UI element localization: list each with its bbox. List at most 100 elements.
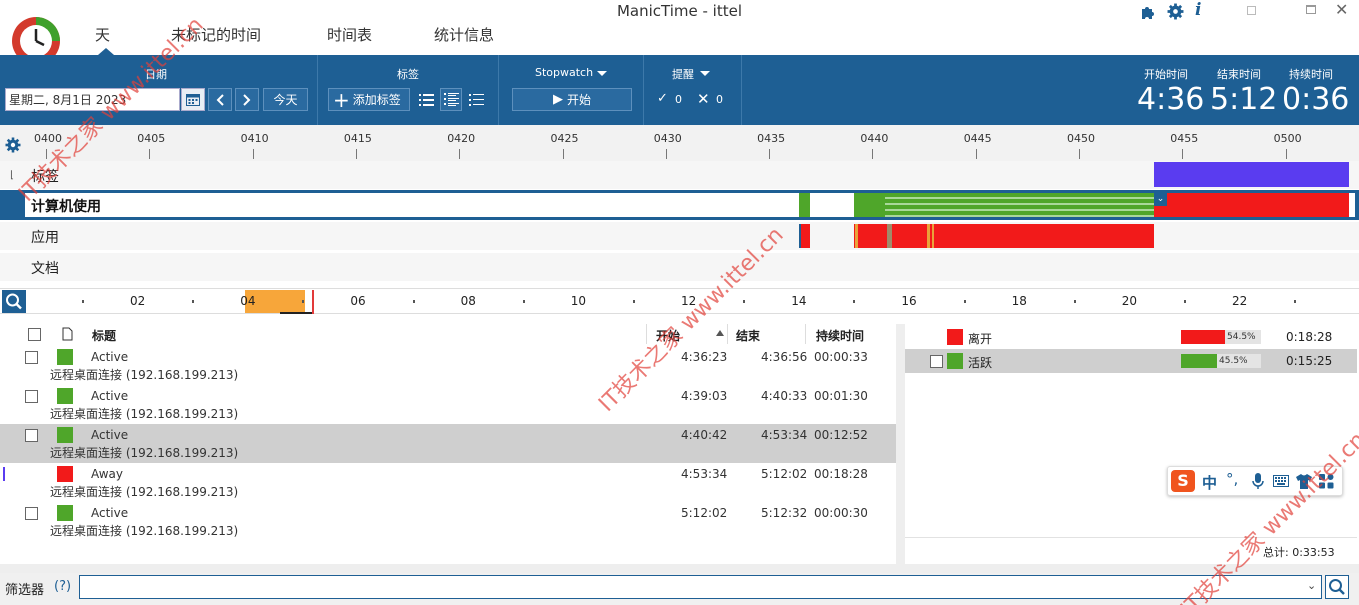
next-day-button[interactable] (235, 88, 259, 111)
filter-help-link[interactable]: (?) (54, 579, 71, 594)
app-segment[interactable] (927, 224, 930, 248)
timeline-settings-gear-icon[interactable] (5, 137, 21, 153)
info-icon[interactable]: i (1195, 0, 1201, 20)
table-row[interactable]: Active 远程桌面连接 (192.168.199.213) 4:40:42 4:5… (0, 424, 896, 463)
ruler-tick-label: 0415 (343, 132, 372, 145)
segment-dropdown-icon[interactable]: ⌄ (1154, 193, 1167, 206)
overview-odd-hour-mark (302, 300, 305, 303)
row-duration: 00:00:30 (814, 506, 868, 520)
duration-column-header[interactable]: 持续时间 (816, 327, 864, 344)
plus-icon: + (333, 87, 350, 112)
documents-track[interactable]: 文档 (0, 253, 1359, 281)
play-icon: ▶ (552, 92, 563, 107)
row-checkbox[interactable] (25, 390, 38, 403)
list-view-button[interactable] (415, 88, 437, 111)
puzzle-icon[interactable] (1140, 4, 1156, 20)
dismiss-icon[interactable]: ✕ (697, 90, 710, 108)
end-time-label: 结束时间 (1217, 68, 1261, 81)
reminder-label[interactable]: 提醒 (672, 66, 694, 82)
row-checkbox[interactable] (25, 429, 38, 442)
zoom-button[interactable] (2, 290, 26, 313)
ruler-tick-label: 0405 (137, 132, 166, 145)
ime-punctuation-icon[interactable]: °, (1226, 470, 1238, 488)
table-row[interactable]: Active 远程桌面连接 (192.168.199.213) 5:12:02 5:1… (0, 502, 896, 541)
prev-day-button[interactable] (208, 88, 232, 111)
active-tab-indicator (98, 48, 114, 55)
duration-label: 持续时间 (1289, 68, 1333, 81)
tab-timeline[interactable]: 时间表 (327, 24, 372, 45)
today-button[interactable]: 今天 (263, 88, 308, 111)
summary-row[interactable]: 活跃 45.5% 0:15:25 (905, 349, 1357, 373)
reminder-dropdown-icon[interactable] (700, 71, 710, 76)
table-row[interactable]: Active 远程桌面连接 (192.168.199.213) 4:36:23 4:3… (0, 346, 896, 385)
calendar-icon (186, 94, 200, 106)
row-checkbox[interactable] (25, 351, 38, 364)
detail-view-button[interactable] (440, 88, 462, 111)
overview-hour-label: 14 (791, 294, 807, 308)
ruler-tick-label: 0435 (757, 132, 786, 145)
select-all-checkbox[interactable] (28, 328, 41, 341)
overview-hour-label: 22 (1232, 294, 1248, 308)
ruler-tick-mark (149, 149, 151, 159)
ime-language[interactable]: 中 (1202, 472, 1217, 493)
sogou-logo-icon[interactable]: S (1171, 470, 1195, 492)
app-segment[interactable] (854, 224, 1154, 248)
filter-label: 筛选器 (5, 583, 45, 598)
chevron-left-icon (216, 93, 224, 106)
row-subtitle: 远程桌面连接 (192.168.199.213) (50, 524, 239, 538)
check-icon[interactable]: ✓ (657, 91, 668, 106)
tags-track[interactable]: ⌊ 标签 (0, 161, 1359, 189)
summary-row[interactable]: 离开 54.5% 0:18:28 (905, 325, 1357, 349)
end-column-header[interactable]: 结束 (736, 327, 760, 344)
summary-row-checkbox[interactable] (930, 355, 943, 368)
active-segment[interactable] (854, 193, 885, 217)
minimize-icon[interactable] (1247, 6, 1256, 15)
ruler-tick-mark (355, 149, 357, 159)
sort-ascending-icon[interactable] (716, 330, 724, 336)
stopwatch-dropdown-icon[interactable] (597, 71, 607, 76)
app-segment[interactable] (932, 224, 934, 248)
restore-icon[interactable] (1306, 5, 1316, 14)
table-row[interactable]: Active 远程桌面连接 (192.168.199.213) 4:39:03 4:4… (0, 385, 896, 424)
row-checkbox[interactable] (25, 507, 38, 520)
ruler-tick-label: 0410 (240, 132, 269, 145)
percent-label: 45.5% (1219, 356, 1248, 366)
summary-duration: 0:18:28 (1286, 330, 1333, 344)
list-icon (418, 93, 434, 106)
app-segment[interactable] (887, 224, 892, 248)
close-icon[interactable]: ✕ (1335, 0, 1348, 19)
add-tag-label: 添加标签 (352, 93, 401, 107)
active-segment[interactable] (799, 193, 810, 217)
percent-bar: 45.5% (1181, 354, 1261, 368)
filter-dropdown-icon[interactable]: ⌄ (1307, 579, 1316, 592)
overview-odd-hour-mark (963, 300, 966, 303)
panel-splitter[interactable] (896, 324, 905, 564)
computer-usage-track[interactable]: 计算机使用 ⌄ (0, 190, 1359, 220)
add-tag-button[interactable]: + 添加标签 (328, 88, 410, 111)
table-row[interactable]: Away 远程桌面连接 (192.168.199.213) 4:53:34 5:12:… (0, 463, 896, 502)
compact-view-button[interactable] (465, 88, 487, 111)
row-title: Away (91, 467, 123, 481)
app-segment[interactable] (799, 224, 801, 248)
start-stopwatch-button[interactable]: ▶ 开始 (512, 88, 632, 111)
title-column-header[interactable]: 标题 (92, 327, 116, 344)
active-segment-selected[interactable] (885, 193, 1154, 217)
collapse-icon[interactable]: ⌊ (10, 170, 14, 181)
tab-statistics[interactable]: 统计信息 (434, 24, 494, 45)
app-segment[interactable] (855, 224, 858, 248)
tag-segment[interactable] (1154, 162, 1349, 187)
timeline-ruler[interactable]: 0400 0405 0410 0415 0420 0425 0430 0435 0440 0445… (0, 125, 1359, 161)
calendar-button[interactable] (181, 88, 205, 111)
ruler-tick-mark (665, 149, 667, 159)
filter-input[interactable] (79, 575, 1322, 599)
gear-icon[interactable] (1167, 3, 1184, 20)
column-divider (805, 324, 806, 344)
applications-track[interactable]: 应用 (0, 222, 1359, 250)
percent-bar: 54.5% (1181, 330, 1261, 344)
stopwatch-label[interactable]: Stopwatch (535, 66, 593, 79)
filter-search-button[interactable] (1325, 575, 1349, 599)
microphone-icon[interactable] (1252, 473, 1264, 490)
away-segment[interactable] (1154, 193, 1349, 217)
tab-day[interactable]: 天 (95, 24, 110, 45)
ruler-tick-mark (1285, 149, 1287, 159)
